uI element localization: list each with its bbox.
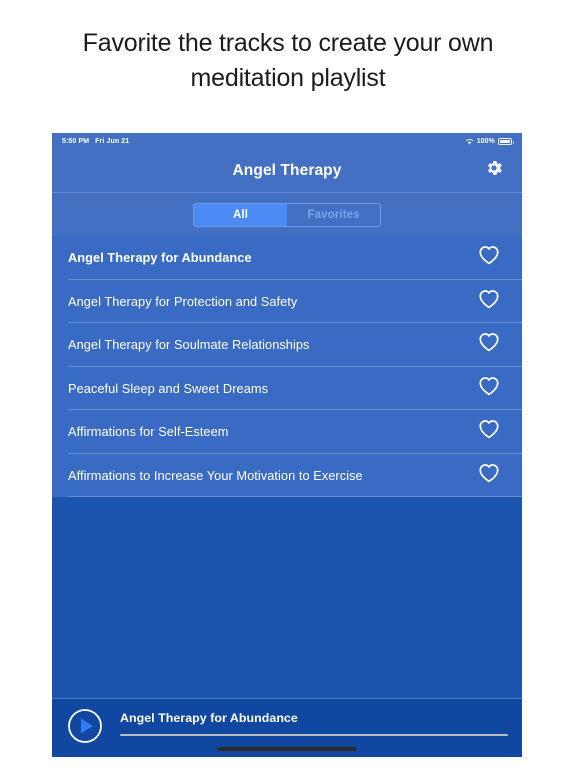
player-info: Angel Therapy for Abundance: [120, 711, 508, 736]
home-indicator: [217, 747, 357, 751]
status-date: Fri Jun 21: [95, 137, 130, 145]
heart-outline-icon: [478, 419, 500, 444]
status-bar-right: 100%: [465, 137, 514, 145]
track-row[interactable]: Angel Therapy for Protection and Safety: [52, 279, 522, 323]
favorite-button[interactable]: [476, 419, 502, 445]
heart-outline-icon: [478, 332, 500, 357]
heart-outline-icon: [478, 376, 500, 401]
favorite-button[interactable]: [476, 245, 502, 271]
track-row[interactable]: Affirmations to Increase Your Motivation…: [52, 453, 522, 497]
tab-all[interactable]: All: [194, 203, 287, 226]
tab-favorites[interactable]: Favorites: [287, 204, 380, 226]
status-bar-left: 5:50 PM Fri Jun 21: [62, 138, 129, 145]
status-bar: 5:50 PM Fri Jun 21 100%: [52, 133, 522, 149]
play-circle-icon: [67, 708, 103, 749]
play-button[interactable]: [66, 708, 104, 749]
gear-icon: [484, 158, 504, 183]
favorite-button[interactable]: [476, 288, 502, 314]
track-title: Affirmations to Increase Your Motivation…: [68, 467, 363, 483]
nav-header: Angel Therapy: [52, 149, 522, 192]
track-title: Angel Therapy for Soulmate Relationships: [68, 337, 310, 353]
track-row[interactable]: Peaceful Sleep and Sweet Dreams: [52, 366, 522, 410]
favorite-button[interactable]: [476, 332, 502, 358]
favorite-button[interactable]: [476, 375, 502, 401]
battery-icon: [498, 137, 514, 145]
device-screen: 5:50 PM Fri Jun 21 100% Angel Therapy Al…: [52, 133, 522, 757]
segmented-control[interactable]: All Favorites: [193, 202, 381, 227]
favorite-button[interactable]: [476, 462, 502, 488]
page-title: Angel Therapy: [232, 161, 342, 179]
filter-band: All Favorites: [52, 192, 522, 236]
track-list[interactable]: Angel Therapy for Abundance Angel Therap…: [52, 236, 522, 698]
wifi-icon: [465, 138, 474, 145]
heart-outline-icon: [478, 289, 500, 314]
track-title: Angel Therapy for Protection and Safety: [68, 293, 298, 309]
heart-outline-icon: [478, 245, 500, 270]
track-title: Angel Therapy for Abundance: [68, 250, 252, 266]
track-row[interactable]: Affirmations for Self-Esteem: [52, 410, 522, 454]
settings-button[interactable]: [482, 159, 506, 183]
track-row[interactable]: Angel Therapy for Soulmate Relationships: [52, 323, 522, 367]
track-title: Affirmations for Self-Esteem: [68, 424, 229, 440]
heart-outline-icon: [478, 463, 500, 488]
track-title: Peaceful Sleep and Sweet Dreams: [68, 380, 269, 396]
track-row[interactable]: Angel Therapy for Abundance: [52, 236, 522, 280]
promo-headline: Favorite the tracks to create your own m…: [82, 29, 494, 92]
now-playing-title: Angel Therapy for Abundance: [120, 711, 298, 725]
status-time: 5:50 PM: [62, 137, 90, 145]
player-progress-bar[interactable]: [120, 734, 508, 736]
battery-percent-label: 100%: [476, 137, 495, 145]
